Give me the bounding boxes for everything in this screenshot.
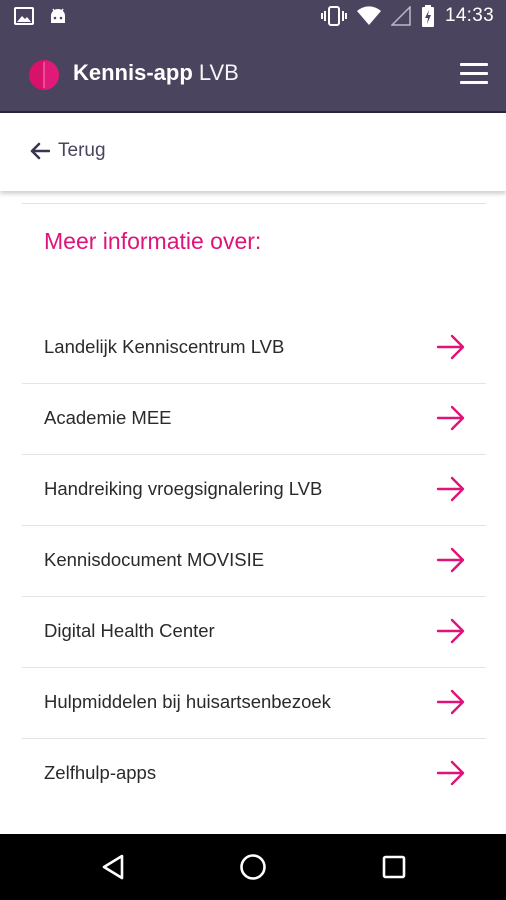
back-button[interactable]: Terug <box>30 140 106 162</box>
android-icon <box>51 8 65 23</box>
recents-square-icon[interactable] <box>379 852 409 882</box>
app-bar: Kennis-app LVB <box>0 36 506 113</box>
arrow-right-icon <box>436 476 465 502</box>
home-circle-icon[interactable] <box>238 852 268 882</box>
arrow-right-icon <box>436 405 465 431</box>
list-item-label: Digital Health Center <box>44 620 215 641</box>
arrow-right-icon <box>436 760 465 786</box>
list-item[interactable]: Hulpmiddelen bij huisartsenbezoek <box>22 668 486 739</box>
image-icon <box>14 7 34 25</box>
list-item[interactable]: Landelijk Kenniscentrum LVB <box>22 313 486 384</box>
list-item-label: Zelfhulp-apps <box>44 762 157 783</box>
arrow-right-icon <box>436 547 465 573</box>
back-label: Terug <box>58 140 106 161</box>
list-item[interactable]: Zelfhulp-apps <box>22 739 486 809</box>
list-item-label: Hulpmiddelen bij huisartsenbezoek <box>44 691 331 712</box>
list-item[interactable]: Digital Health Center <box>22 597 486 668</box>
arrow-right-icon <box>436 689 465 715</box>
back-triangle-icon[interactable] <box>98 852 128 882</box>
app-title-bold: Kennis-app <box>73 60 193 85</box>
arrow-left-icon <box>30 142 50 160</box>
system-nav-bar <box>0 834 506 900</box>
status-left-icons <box>14 7 68 25</box>
app-title-light: LVB <box>192 60 239 85</box>
status-right-icons: 14:33 <box>320 5 494 27</box>
back-bar: Terug <box>0 113 506 191</box>
app-logo <box>29 60 59 90</box>
app-title: Kennis-app LVB <box>73 60 239 86</box>
hamburger-menu-icon[interactable] <box>460 63 488 85</box>
arrow-right-icon <box>436 334 465 360</box>
battery-charging-icon <box>421 5 434 27</box>
list-item-label: Academie MEE <box>44 407 172 428</box>
status-time: 14:33 <box>444 5 494 26</box>
list-item-label: Landelijk Kenniscentrum LVB <box>44 336 285 357</box>
info-list: Landelijk Kenniscentrum LVB Academie MEE… <box>22 313 486 809</box>
arrow-right-icon <box>436 618 465 644</box>
vibrate-icon <box>320 6 347 26</box>
cellular-icon <box>390 6 411 26</box>
list-item[interactable]: Handreiking vroegsignalering LVB <box>22 455 486 526</box>
list-item-label: Kennisdocument MOVISIE <box>44 549 265 570</box>
status-bar: 14:33 <box>0 0 506 36</box>
section-title: Meer informatie over: <box>44 228 262 254</box>
list-item-label: Handreiking vroegsignalering LVB <box>44 478 323 499</box>
content-panel: Meer informatie over: Landelijk Kennisce… <box>22 203 486 809</box>
wifi-icon <box>356 6 381 26</box>
list-item[interactable]: Academie MEE <box>22 384 486 455</box>
list-item[interactable]: Kennisdocument MOVISIE <box>22 526 486 597</box>
